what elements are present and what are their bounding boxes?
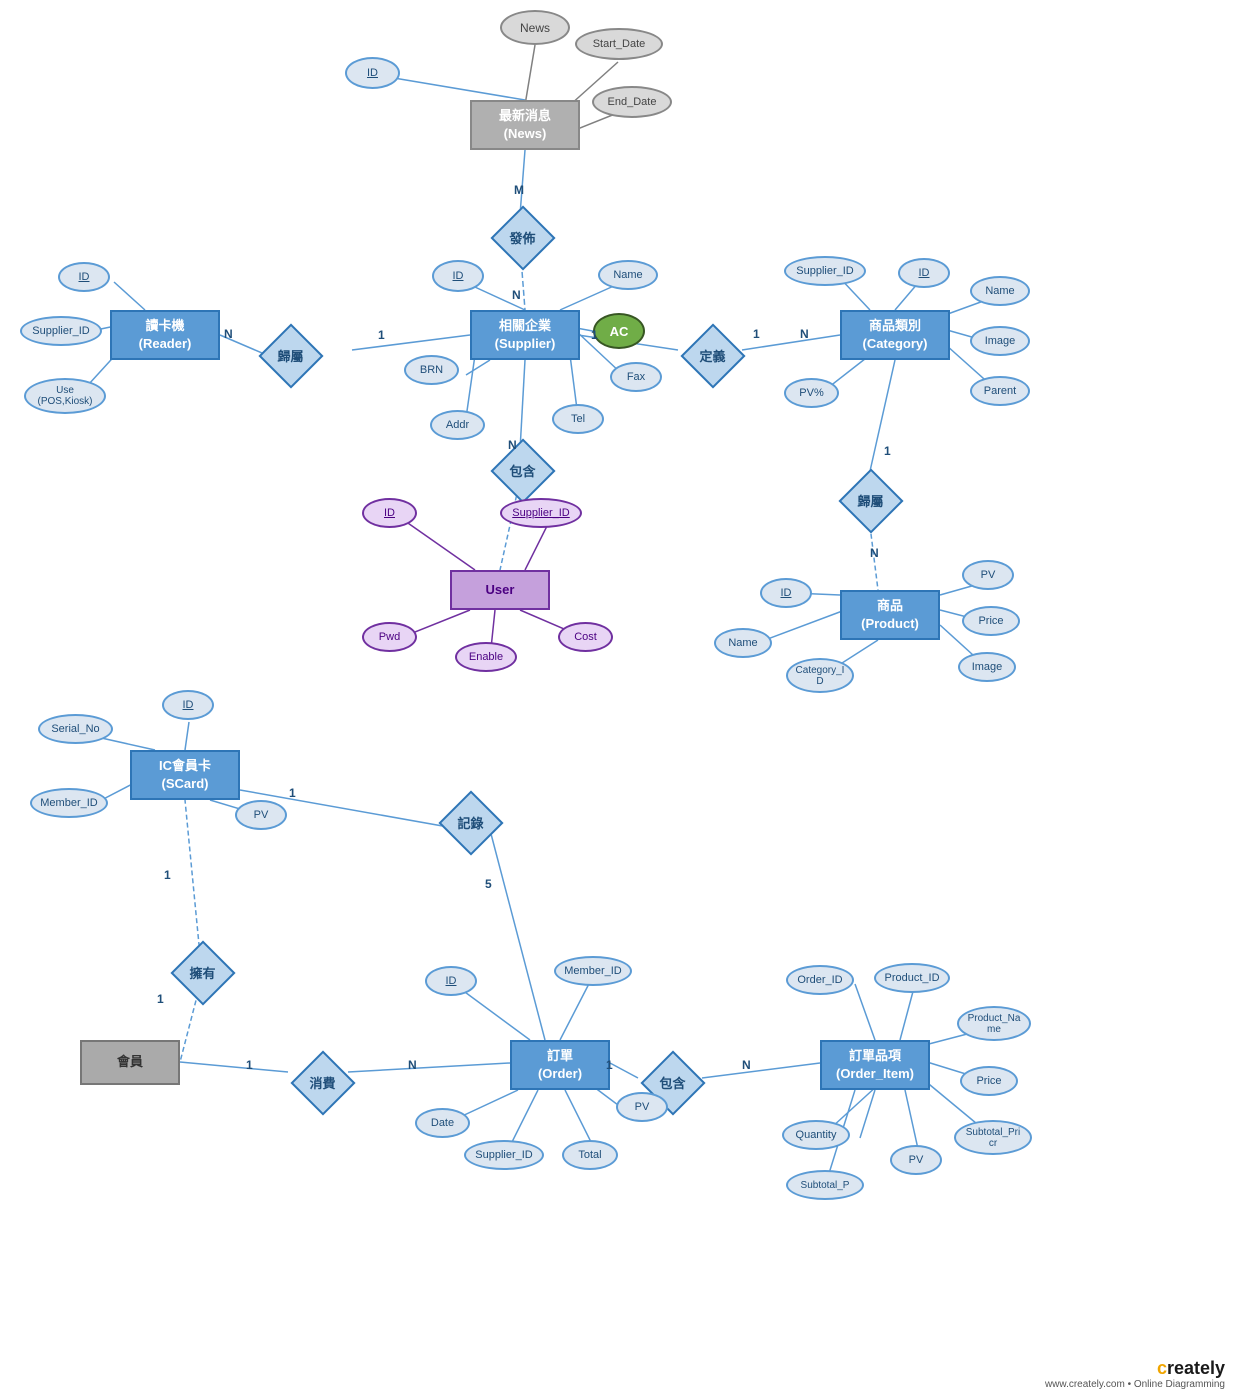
attr-oi-prod-id: Product_ID xyxy=(874,963,950,993)
entity-order: 訂單(Order) xyxy=(510,1040,610,1090)
attr-prod-id: ID xyxy=(760,578,812,608)
attr-order-pv: PV xyxy=(616,1092,668,1122)
mult-n-belong1-left: N xyxy=(224,327,233,341)
mult-n-define-cat: N xyxy=(800,327,809,341)
attr-sup-fax: Fax xyxy=(610,362,662,392)
attr-user-enable: Enable xyxy=(455,642,517,672)
attr-end-date: End_Date xyxy=(592,86,672,118)
attr-prod-image: Image xyxy=(958,652,1016,682)
attr-cat-id: ID xyxy=(898,258,950,288)
mult-n-belong2-prod: N xyxy=(870,546,879,560)
attr-sup-brn: BRN xyxy=(404,355,459,385)
entity-order-item: 訂單品項(Order_Item) xyxy=(820,1040,930,1090)
attr-order-member-id: Member_ID xyxy=(554,956,632,986)
attr-oi-price: Price xyxy=(960,1066,1018,1096)
attr-user-sup-id: Supplier_ID xyxy=(500,498,582,528)
mult-n-publish: N xyxy=(512,288,521,302)
attr-sup-addr: Addr xyxy=(430,410,485,440)
watermark: creately www.creately.com • Online Diagr… xyxy=(1045,1358,1225,1390)
entity-member: 會員 xyxy=(80,1040,180,1085)
attr-oi-subtotal-price: Subtotal_Pricr xyxy=(954,1120,1032,1155)
attr-sup-id: ID xyxy=(432,260,484,292)
mult-n-include2-oi: N xyxy=(742,1058,751,1072)
attr-reader-sup-id: Supplier_ID xyxy=(20,316,102,346)
mult-1-belong1-right: 1 xyxy=(378,328,385,342)
mult-1-own-member: 1 xyxy=(157,992,164,1006)
attr-scard-id: ID xyxy=(162,690,214,720)
attr-scard-serial: Serial_No xyxy=(38,714,113,744)
attr-ac: AC xyxy=(593,313,645,349)
attr-order-sup-id: Supplier_ID xyxy=(464,1140,544,1170)
attr-oi-pv: PV xyxy=(890,1145,942,1175)
attr-user-cost: Cost xyxy=(558,622,613,652)
attr-reader-use: Use(POS,Kiosk) xyxy=(24,378,106,414)
mult-1-scard-record: 1 xyxy=(289,786,296,800)
attr-user-id: ID xyxy=(362,498,417,528)
entity-supplier: 相關企業(Supplier) xyxy=(470,310,580,360)
mult-n-consume-order: N xyxy=(408,1058,417,1072)
entity-scard: IC會員卡(SCard) xyxy=(130,750,240,800)
attr-scard-member-id: Member_ID xyxy=(30,788,108,818)
attr-prod-pv: PV xyxy=(962,560,1014,590)
diamond-publish: 發佈 xyxy=(490,205,555,270)
diamond-record: 記錄 xyxy=(438,790,503,855)
mult-5-record: 5 xyxy=(485,877,492,891)
attr-oi-qty: Quantity xyxy=(782,1120,850,1150)
creately-brand: creately xyxy=(1045,1358,1225,1379)
attr-order-id: ID xyxy=(425,966,477,996)
attr-reader-id: ID xyxy=(58,262,110,292)
mult-1-consume-member: 1 xyxy=(246,1058,253,1072)
attr-sup-name: Name xyxy=(598,260,658,290)
mult-1-belong2: 1 xyxy=(884,444,891,458)
diamond-define: 定義 xyxy=(680,323,745,388)
attr-news-name: News xyxy=(500,10,570,45)
attr-cat-pv: PV% xyxy=(784,378,839,408)
attr-prod-name: Name xyxy=(714,628,772,658)
diagram-container: 最新消息 (News) 相關企業(Supplier) 讀卡機(Reader) 商… xyxy=(0,0,1235,1400)
attr-user-pwd: Pwd xyxy=(362,622,417,652)
attr-scard-pv: PV xyxy=(235,800,287,830)
attr-cat-parent: Parent xyxy=(970,376,1030,406)
attr-oi-prod-name: Product_Name xyxy=(957,1006,1031,1041)
entity-user: User xyxy=(450,570,550,610)
attr-oi-order-id: Order_ID xyxy=(786,965,854,995)
attr-order-total: Total xyxy=(562,1140,618,1170)
mult-1-define-left: 1 xyxy=(591,328,598,342)
mult-n-include1: N xyxy=(508,438,517,452)
diamond-consume: 消費 xyxy=(290,1050,355,1115)
mult-m: M xyxy=(514,183,524,197)
attr-prod-cat-id: Category_ID xyxy=(786,658,854,693)
attr-cat-name: Name xyxy=(970,276,1030,306)
attr-start-date: Start_Date xyxy=(575,28,663,60)
mult-1-define-right: 1 xyxy=(753,327,760,341)
entity-product: 商品(Product) xyxy=(840,590,940,640)
diamond-include1: 包含 xyxy=(490,438,555,503)
attr-order-date: Date xyxy=(415,1108,470,1138)
attr-cat-image: Image xyxy=(970,326,1030,356)
entity-reader: 讀卡機(Reader) xyxy=(110,310,220,360)
attr-sup-tel: Tel xyxy=(552,404,604,434)
attr-cat-sup-id: Supplier_ID xyxy=(784,256,866,286)
diamond-belong2: 歸屬 xyxy=(838,468,903,533)
diamond-own: 擁有 xyxy=(170,940,235,1005)
entity-news: 最新消息 (News) xyxy=(470,100,580,150)
mult-1-include2-order: 1 xyxy=(606,1058,613,1072)
entity-category: 商品類別(Category) xyxy=(840,310,950,360)
attr-prod-price: Price xyxy=(962,606,1020,636)
watermark-text: www.creately.com • Online Diagramming xyxy=(1045,1379,1225,1390)
attr-oi-subtotal-p: Subtotal_P xyxy=(786,1170,864,1200)
mult-1-own-scard: 1 xyxy=(164,868,171,882)
attr-news-id: ID xyxy=(345,57,400,89)
diamond-belong1: 歸屬 xyxy=(258,323,323,388)
